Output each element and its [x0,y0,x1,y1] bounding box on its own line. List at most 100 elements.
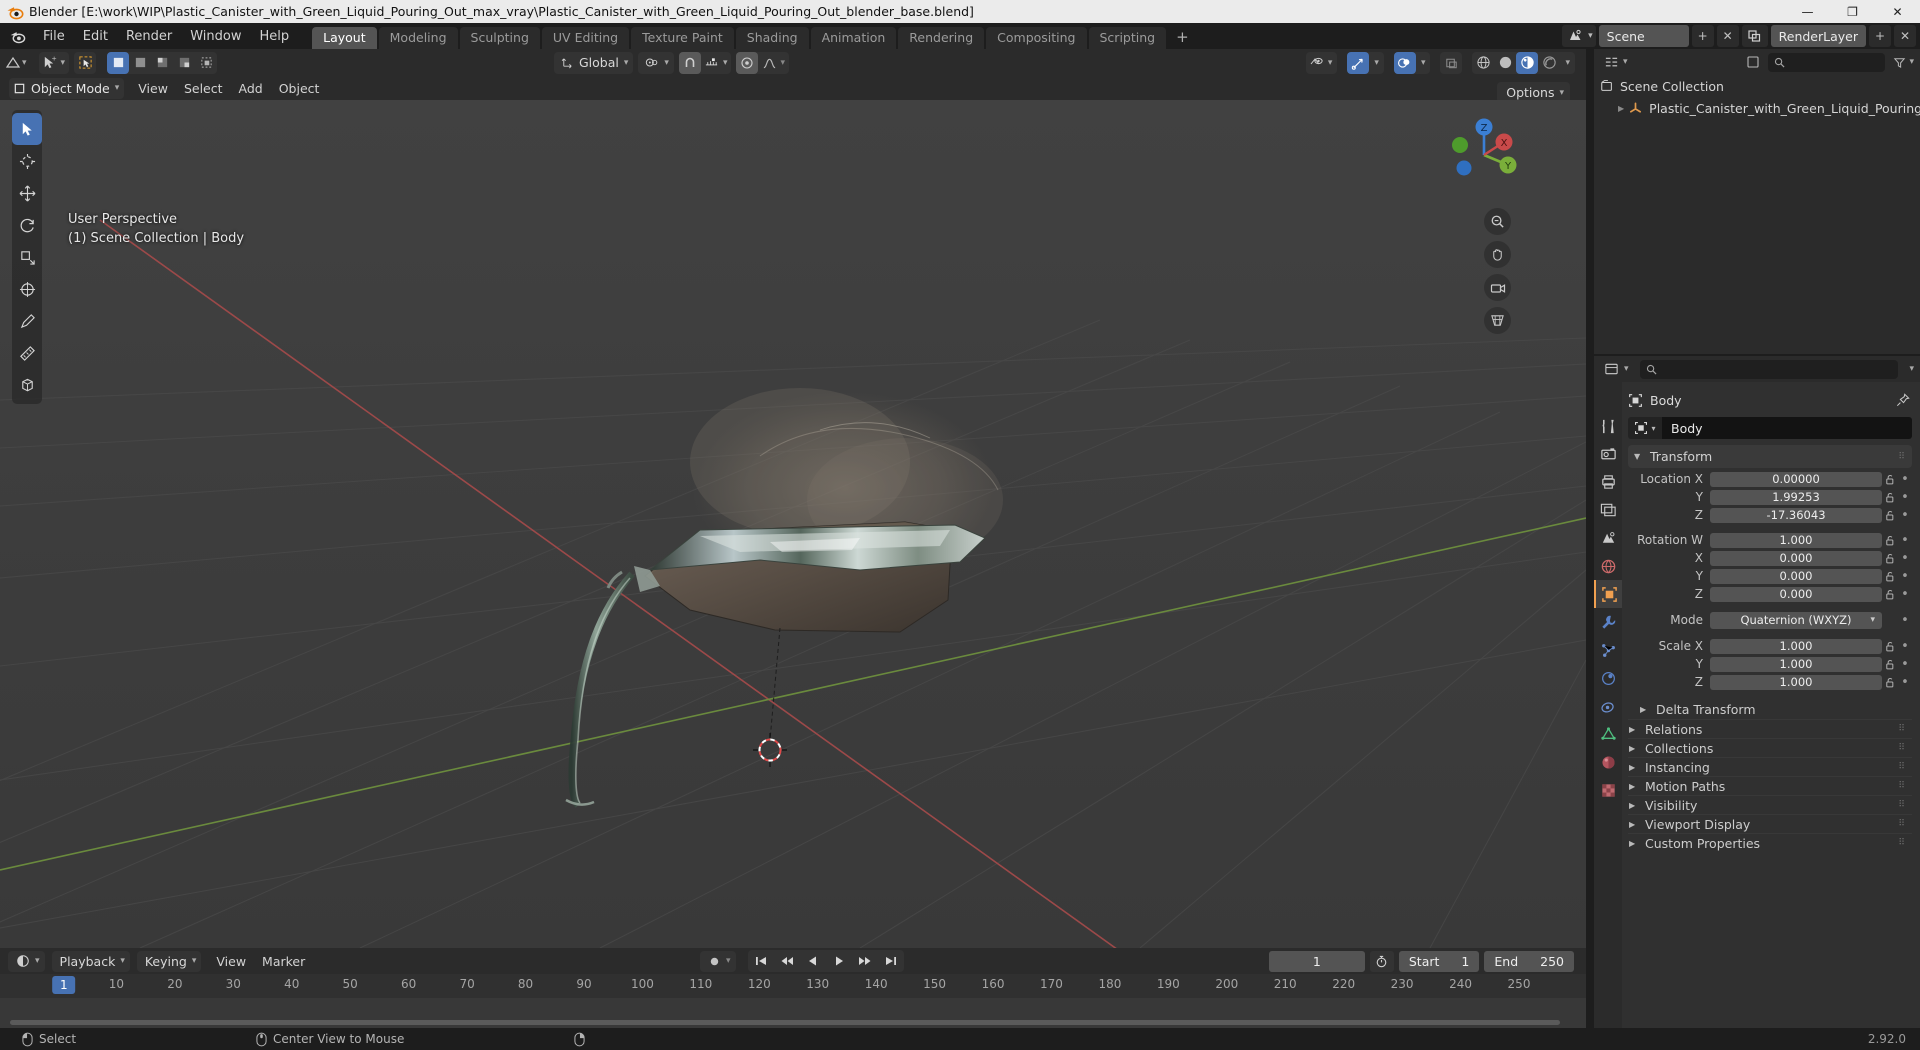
menu-file[interactable]: File [34,26,74,47]
gizmo-group[interactable]: ▾ [1347,51,1384,74]
outliner-editor-type-icon[interactable] [1600,51,1622,73]
viewport-menu-add[interactable]: Add [231,78,271,99]
timeline-track-area[interactable] [0,998,1586,1028]
pivot-point-dropdown[interactable]: ▾ [638,51,674,74]
select-box-group[interactable] [74,51,97,74]
tab-particles[interactable] [1594,636,1622,664]
menu-window[interactable]: Window [181,26,250,47]
workspace-tab-rendering[interactable]: Rendering [898,27,985,49]
workspace-tab-texture-paint[interactable]: Texture Paint [631,27,734,49]
animate-property-dot[interactable]: • [1898,675,1912,690]
select-intersect-icon[interactable] [195,52,217,74]
outliner-filter-icon[interactable] [1889,51,1909,73]
outliner-search-input[interactable] [1767,52,1886,72]
properties-search-input[interactable] [1639,359,1899,379]
lock-icon[interactable] [1882,552,1898,565]
lock-icon[interactable] [1882,588,1898,601]
add-workspace-button[interactable]: + [1168,27,1197,49]
select-invert-icon[interactable] [173,52,195,74]
xray-toggle[interactable] [1440,51,1463,74]
viewport-menu-select[interactable]: Select [176,78,231,99]
property-value-field[interactable]: 1.000 [1710,674,1882,690]
snap-increment-icon[interactable] [701,52,723,74]
timeline-playhead[interactable]: 1 [52,976,76,994]
workspace-tab-layout[interactable]: Layout [312,27,377,49]
previous-keyframe-icon[interactable] [774,950,800,972]
tab-output[interactable] [1594,468,1622,496]
mode-select-buttons[interactable] [107,51,218,74]
select-set-icon[interactable] [107,51,130,74]
tab-scene[interactable] [1594,524,1622,552]
jump-to-end-icon[interactable] [878,950,904,972]
tab-texture[interactable] [1594,776,1622,804]
tool-select-box[interactable] [12,113,42,145]
frame-start-field[interactable]: Start 1 [1398,950,1480,972]
zoom-icon[interactable] [1484,208,1511,235]
chevron-right-icon[interactable]: ▶ [1618,104,1624,113]
lock-icon[interactable] [1882,570,1898,583]
tab-view-layer[interactable] [1594,496,1622,524]
new-scene-button[interactable]: + [1691,25,1714,47]
close-button[interactable]: ✕ [1875,0,1920,23]
menu-render[interactable]: Render [117,26,181,47]
tab-material[interactable] [1594,748,1622,776]
timeline-hscrollbar[interactable] [10,1020,1560,1025]
panel-relations[interactable]: ▶ Relations ⠿ [1628,719,1912,738]
tool-rotate[interactable] [12,209,42,241]
outliner-row[interactable]: Scene Collection [1594,75,1920,97]
camera-view-icon[interactable] [1484,274,1511,301]
tool-move[interactable] [12,177,42,209]
property-value-field[interactable]: 0.000 [1710,586,1882,602]
cursor-add-icon[interactable]: + [39,52,61,74]
object-visibility-group[interactable]: ▾ [1305,51,1338,74]
animate-property-dot[interactable]: • [1898,551,1912,566]
tab-render[interactable] [1594,440,1622,468]
property-value-field[interactable]: 1.000 [1710,532,1882,548]
animate-property-dot[interactable]: • [1898,613,1912,628]
animate-property-dot[interactable]: • [1898,533,1912,548]
interaction-mode-dropdown[interactable]: Object Mode ▾ [9,77,125,99]
rotation-mode-dropdown[interactable]: Quaternion (WXYZ) ▾ [1710,611,1882,629]
tool-add-cube[interactable] [12,369,42,401]
tab-world[interactable] [1594,552,1622,580]
keying-dropdown[interactable]: Keying ▾ [136,950,202,972]
workspace-tab-animation[interactable]: Animation [810,27,897,49]
select-box-icon[interactable] [74,52,96,74]
panel-visibility[interactable]: ▶ Visibility ⠿ [1628,795,1912,814]
property-value-field[interactable]: 1.000 [1710,638,1882,654]
transform-orientation-dropdown[interactable]: Global ▾ [554,51,634,74]
tab-object[interactable] [1594,580,1622,608]
animate-property-dot[interactable]: • [1898,508,1912,523]
panel-motion-paths[interactable]: ▶ Motion Paths ⠿ [1628,776,1912,795]
property-value-field[interactable]: 0.00000 [1710,471,1882,487]
properties-editor-type-icon[interactable] [1600,358,1622,380]
gizmo-icon[interactable] [1347,51,1370,74]
maximize-button[interactable]: ❐ [1830,0,1875,23]
panel-custom-properties[interactable]: ▶ Custom Properties ⠿ [1628,833,1912,852]
next-keyframe-icon[interactable] [852,950,878,972]
animate-property-dot[interactable]: • [1898,639,1912,654]
snap-group[interactable]: ▾ [678,51,732,74]
tool-select-mode-group[interactable]: + ▾ [38,51,70,74]
stopwatch-icon[interactable] [1369,950,1394,972]
object-name-input[interactable]: Body [1662,417,1912,439]
property-value-field[interactable]: 1.99253 [1710,489,1882,505]
xray-icon[interactable] [1440,52,1462,74]
tool-measure[interactable] [12,337,42,369]
timeline-editor-type-button[interactable]: ▾ [8,950,45,972]
viewport-menu-object[interactable]: Object [271,78,328,99]
property-value-field[interactable]: 0.000 [1710,568,1882,584]
timeline-ruler[interactable]: 10 20 30 40 50 60 70 80 90 100 110 120 130 140 150 160 1… [0,974,1586,1028]
jump-to-start-icon[interactable] [748,950,774,972]
lock-icon[interactable] [1882,491,1898,504]
animate-property-dot[interactable]: • [1898,569,1912,584]
timeline-view-menu[interactable]: View [208,951,254,972]
shading-mode-group[interactable]: ▾ [1472,51,1575,74]
animate-property-dot[interactable]: • [1898,657,1912,672]
menu-edit[interactable]: Edit [74,26,117,47]
animate-property-dot[interactable]: • [1898,472,1912,487]
overlays-group[interactable]: ▾ [1393,51,1431,74]
property-value-field[interactable]: -17.36043 [1710,507,1882,523]
select-extend-icon[interactable] [129,52,151,74]
workspace-tab-uv-editing[interactable]: UV Editing [541,27,630,49]
